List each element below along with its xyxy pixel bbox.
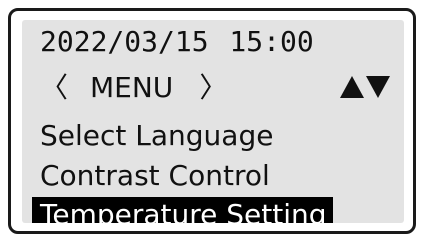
lcd-device-bezel: 2022/03/15 15:00 〈 MENU 〉 Select Language … — [8, 8, 416, 234]
menu-item-contrast-control[interactable]: Contrast Control — [40, 156, 270, 196]
datetime-display: 2022/03/15 15:00 — [40, 25, 314, 58]
menu-header: 〈 MENU 〉 — [40, 68, 390, 108]
scroll-indicator — [340, 76, 390, 100]
lcd-screen: 2022/03/15 15:00 〈 MENU 〉 Select Language … — [22, 20, 404, 223]
menu-item-select-language[interactable]: Select Language — [40, 116, 273, 156]
triangle-down-icon[interactable] — [366, 76, 390, 98]
menu-next-bracket[interactable]: 〉 — [199, 68, 227, 108]
menu-prev-bracket[interactable]: 〈 — [40, 68, 68, 108]
menu-title: MENU — [90, 71, 174, 104]
triangle-up-icon[interactable] — [340, 76, 364, 98]
menu-item-temperature-setting-selected[interactable]: Temperature Setting — [32, 197, 333, 223]
